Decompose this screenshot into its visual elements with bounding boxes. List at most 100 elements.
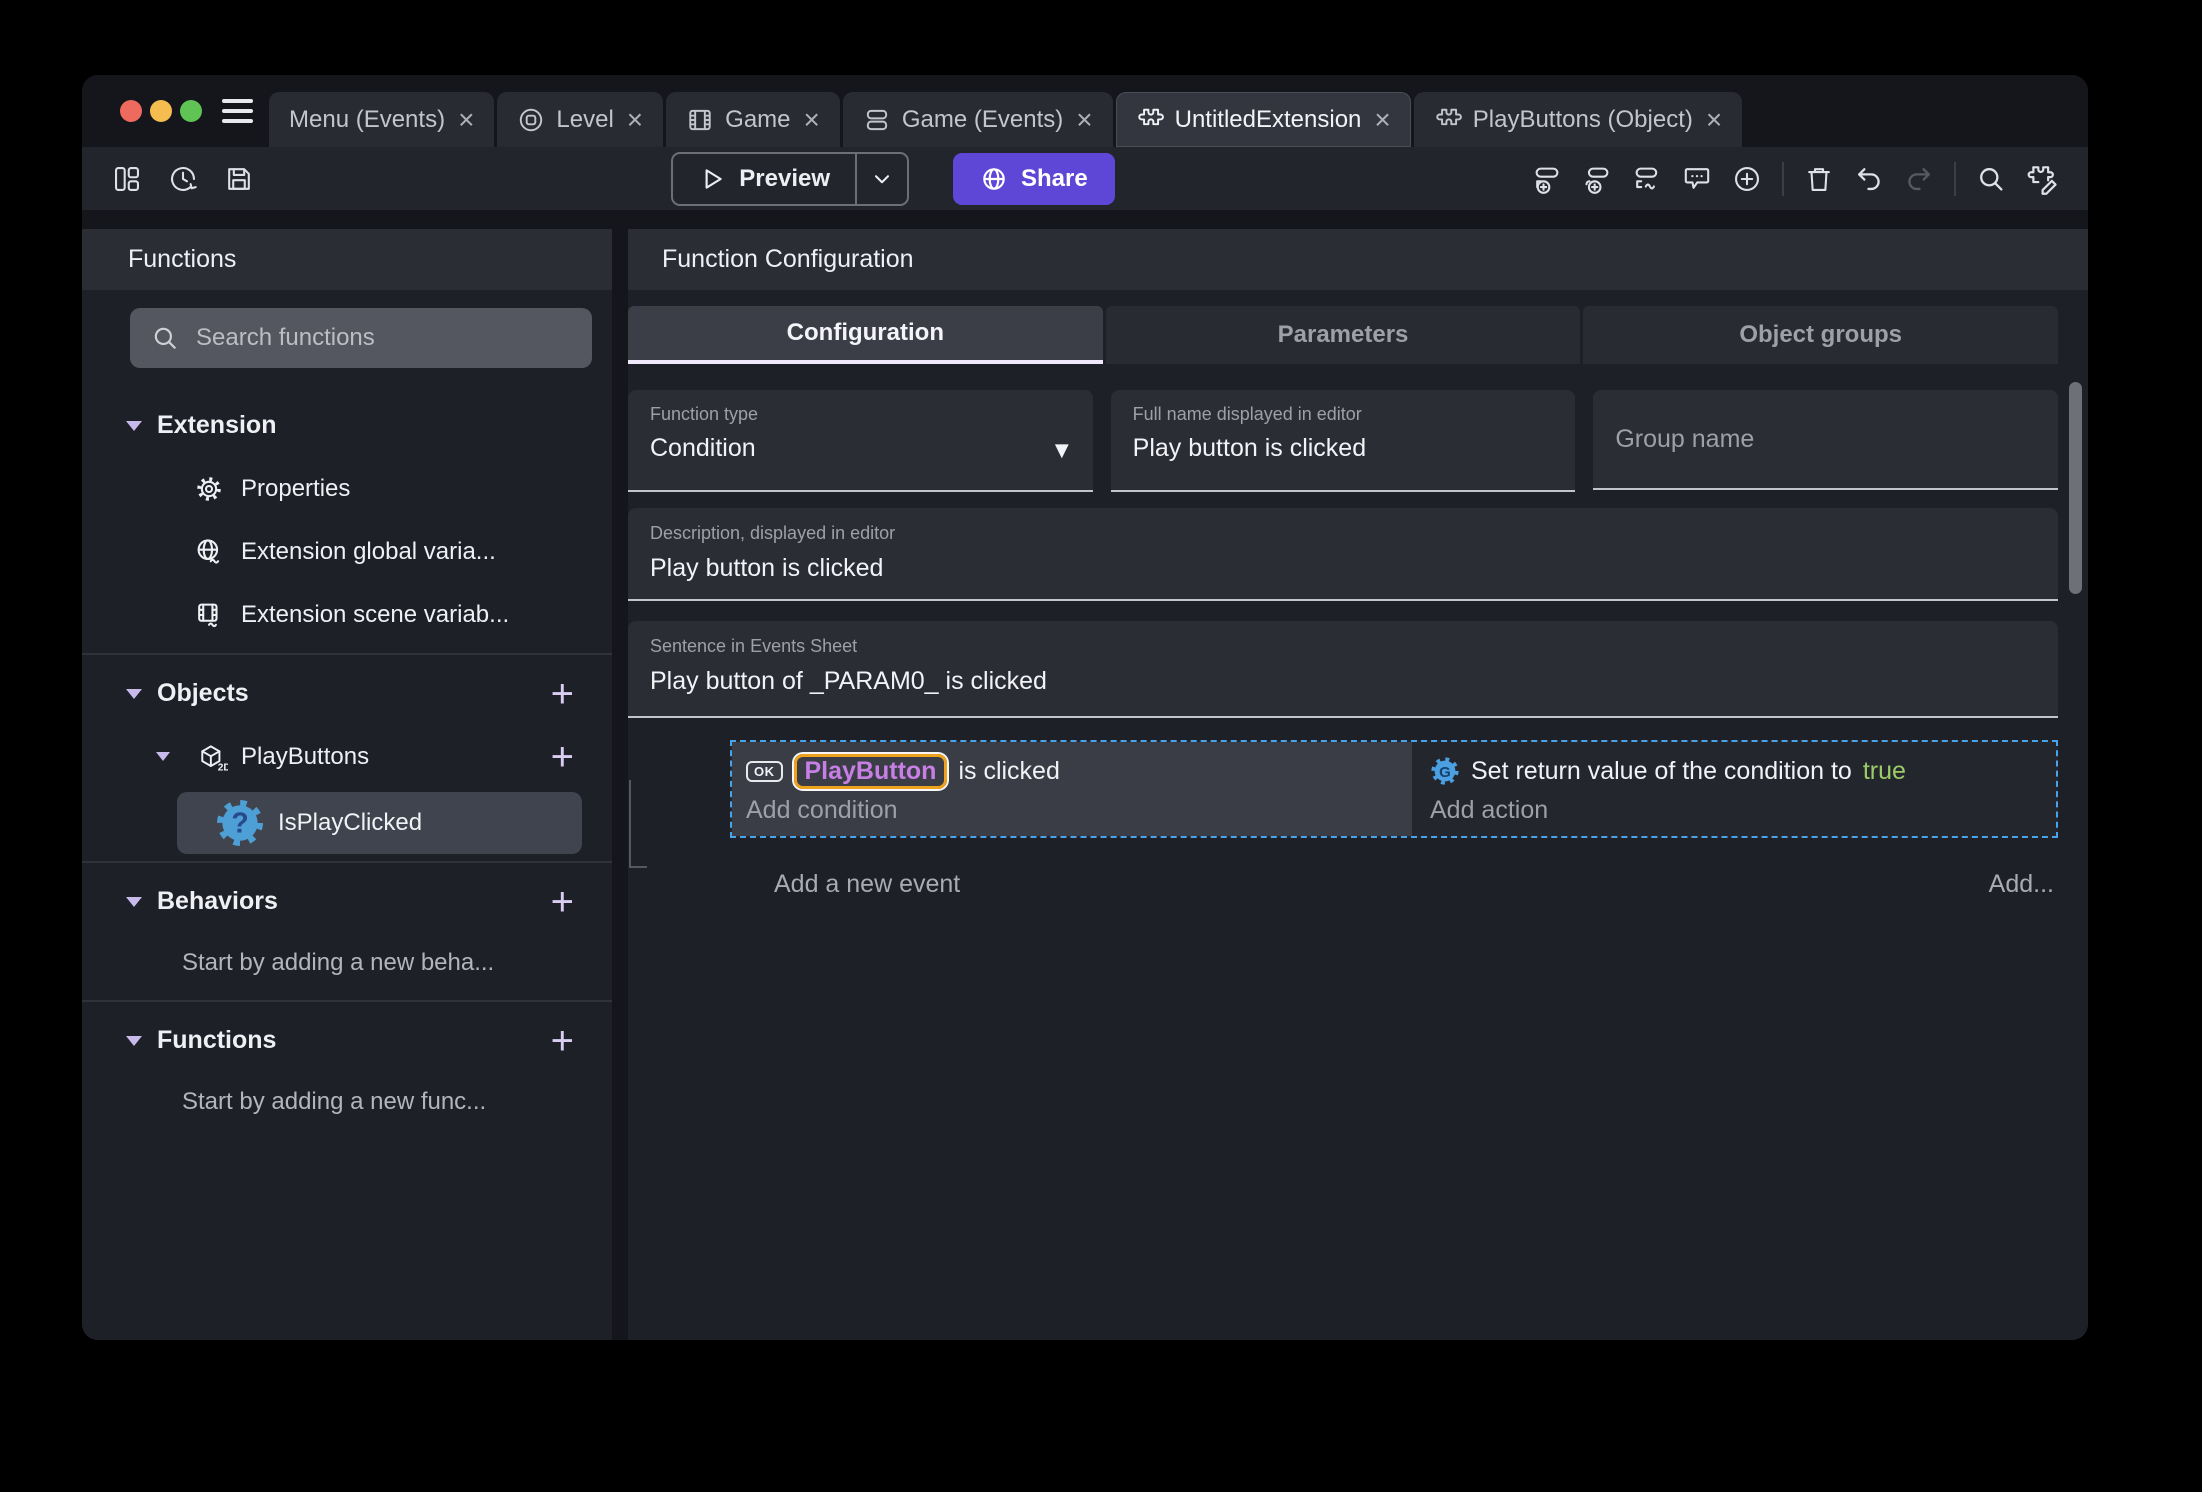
file-tab-bar: Menu (Events) × Level × Game × Game (Eve… [82,75,2088,147]
vertical-scrollbar-thumb[interactable] [2069,382,2082,594]
empty-label: Start by adding a new func... [182,1088,487,1115]
tab-label: Parameters [1277,321,1409,348]
add-function-to-object-button[interactable]: + [551,737,574,777]
project-manager-button[interactable] [112,164,142,194]
gdevelop-window: Menu (Events) × Level × Game × Game (Eve… [82,75,2088,1340]
trash-icon [1808,167,1830,191]
delete-button[interactable] [1804,164,1834,194]
add-event-button[interactable] [1532,164,1562,194]
sidebar-section-functions[interactable]: Functions + [82,1009,612,1072]
tab-label: Game [725,105,791,133]
add-button[interactable] [1732,164,1762,194]
selected-event-row[interactable]: OK PlayButton is clicked Add condition G… [730,740,2058,838]
tab-game-events[interactable]: Game (Events) × [842,92,1113,147]
search-functions-input[interactable]: Search functions [130,308,592,368]
sidebar-item-extension-scene-variables[interactable]: Extension scene variab... [82,583,612,646]
condition-ok-icon: OK [746,760,783,782]
share-button[interactable]: Share [953,152,1115,205]
add-other-event-button[interactable] [1632,164,1662,194]
function-type-select[interactable]: Function type Condition ▼ [628,390,1093,492]
tab-parameters[interactable]: Parameters [1105,306,1581,364]
add-other-event-icon [1635,167,1658,189]
caret-down-icon [126,896,142,907]
circle-plus-icon [1735,166,1759,191]
tab-playbuttons-object[interactable]: PlayButtons (Object) × [1413,92,1743,147]
field-placeholder: Group name [1615,424,1755,453]
group-name-field[interactable]: Group name [1593,390,2059,490]
condition-item[interactable]: OK PlayButton is clicked [746,751,1398,791]
field-value: Play button of _PARAM0_ is clicked [650,667,1047,695]
close-icon[interactable]: × [1374,105,1390,134]
svg-text:G: G [1439,764,1451,781]
sidebar-divider [82,1000,612,1002]
tab-level[interactable]: Level × [497,92,664,147]
section-label: Objects [157,679,249,707]
save-icon [228,167,250,190]
main-toolbar: Preview Share [82,147,2088,210]
close-icon[interactable]: × [1706,105,1722,134]
search-button[interactable] [1976,164,2006,194]
toolbar-center-group: Preview Share [671,151,1115,206]
scene-icon [517,106,545,134]
tab-label: UntitledExtension [1174,105,1362,133]
tab-configuration[interactable]: Configuration [628,306,1103,364]
share-label: Share [1021,164,1088,192]
project-manager-icon [115,166,139,191]
behaviors-empty-state: Start by adding a new beha... [82,933,612,993]
redo-button[interactable] [1904,164,1934,194]
add-behavior-button[interactable]: + [551,882,574,922]
add-free-function-button[interactable]: + [551,1021,574,1061]
close-icon[interactable]: × [804,105,820,134]
close-icon[interactable]: × [458,105,474,134]
main-header: Function Configuration [628,229,2088,290]
description-field[interactable]: Description, displayed in editor Play bu… [628,508,2058,601]
sidebar-item-isplayclicked-selected[interactable]: ? IsPlayClicked [177,792,582,854]
zoom-window-button[interactable] [180,100,202,122]
sidebar-item-properties[interactable]: Properties [82,457,612,520]
events-footer-row: Add a new event Add... [730,870,2058,899]
tab-label: Object groups [1739,321,1903,348]
add-comment-button[interactable] [1682,164,1712,194]
search-placeholder: Search functions [196,324,375,351]
add-action-button[interactable]: Add action [1430,793,2038,827]
close-icon[interactable]: × [627,105,643,134]
content-area: Functions Search functions Extension Pro… [82,210,2088,1340]
action-item[interactable]: G Set return value of the condition to t… [1430,751,2038,791]
field-label: Sentence in Events Sheet [650,636,858,656]
condition-object-name[interactable]: PlayButton [793,753,948,789]
globe-variables-icon [197,538,220,564]
add-condition-button[interactable]: Add condition [746,793,1398,827]
preview-split-button: Preview [671,151,910,206]
add-subevent-button[interactable] [1582,164,1612,194]
redo-icon [1908,167,1930,190]
add-object-button[interactable]: + [551,674,574,714]
full-name-field[interactable]: Full name displayed in editor Play butto… [1110,390,1576,492]
sidebar-item-playbuttons[interactable]: 2D PlayButtons + [82,725,612,788]
preview-button[interactable]: Preview [673,165,855,193]
minimize-window-button[interactable] [150,100,172,122]
preview-options-button[interactable] [855,153,907,204]
sidebar-item-extension-global-variables[interactable]: Extension global varia... [82,520,612,583]
gear-icon [197,476,221,501]
conditions-column: OK PlayButton is clicked Add condition [732,742,1412,836]
close-icon[interactable]: × [1076,105,1092,134]
configuration-tabs: Configuration Parameters Object groups [628,306,2059,364]
tab-object-groups[interactable]: Object groups [1583,306,2059,364]
sidebar-section-objects[interactable]: Objects + [82,662,612,725]
tab-game[interactable]: Game × [666,92,840,147]
tab-untitled-extension[interactable]: UntitledExtension × [1115,92,1411,147]
sidebar-section-extension[interactable]: Extension [82,394,612,457]
edit-extension-button[interactable] [2026,163,2058,195]
sidebar-section-behaviors[interactable]: Behaviors + [82,870,612,933]
close-window-button[interactable] [120,100,142,122]
tab-label: Configuration [786,319,944,346]
sentence-field[interactable]: Sentence in Events Sheet Play button of … [628,621,2058,718]
add-new-event-button[interactable]: Add a new event [774,870,960,899]
add-more-button[interactable]: Add... [1989,870,2054,899]
hamburger-menu-icon[interactable] [222,99,253,123]
tab-menu-events[interactable]: Menu (Events) × [269,92,495,147]
history-button[interactable] [168,164,198,194]
save-button[interactable] [224,164,254,194]
field-value: Play button is clicked [1132,434,1367,462]
undo-button[interactable] [1854,164,1884,194]
